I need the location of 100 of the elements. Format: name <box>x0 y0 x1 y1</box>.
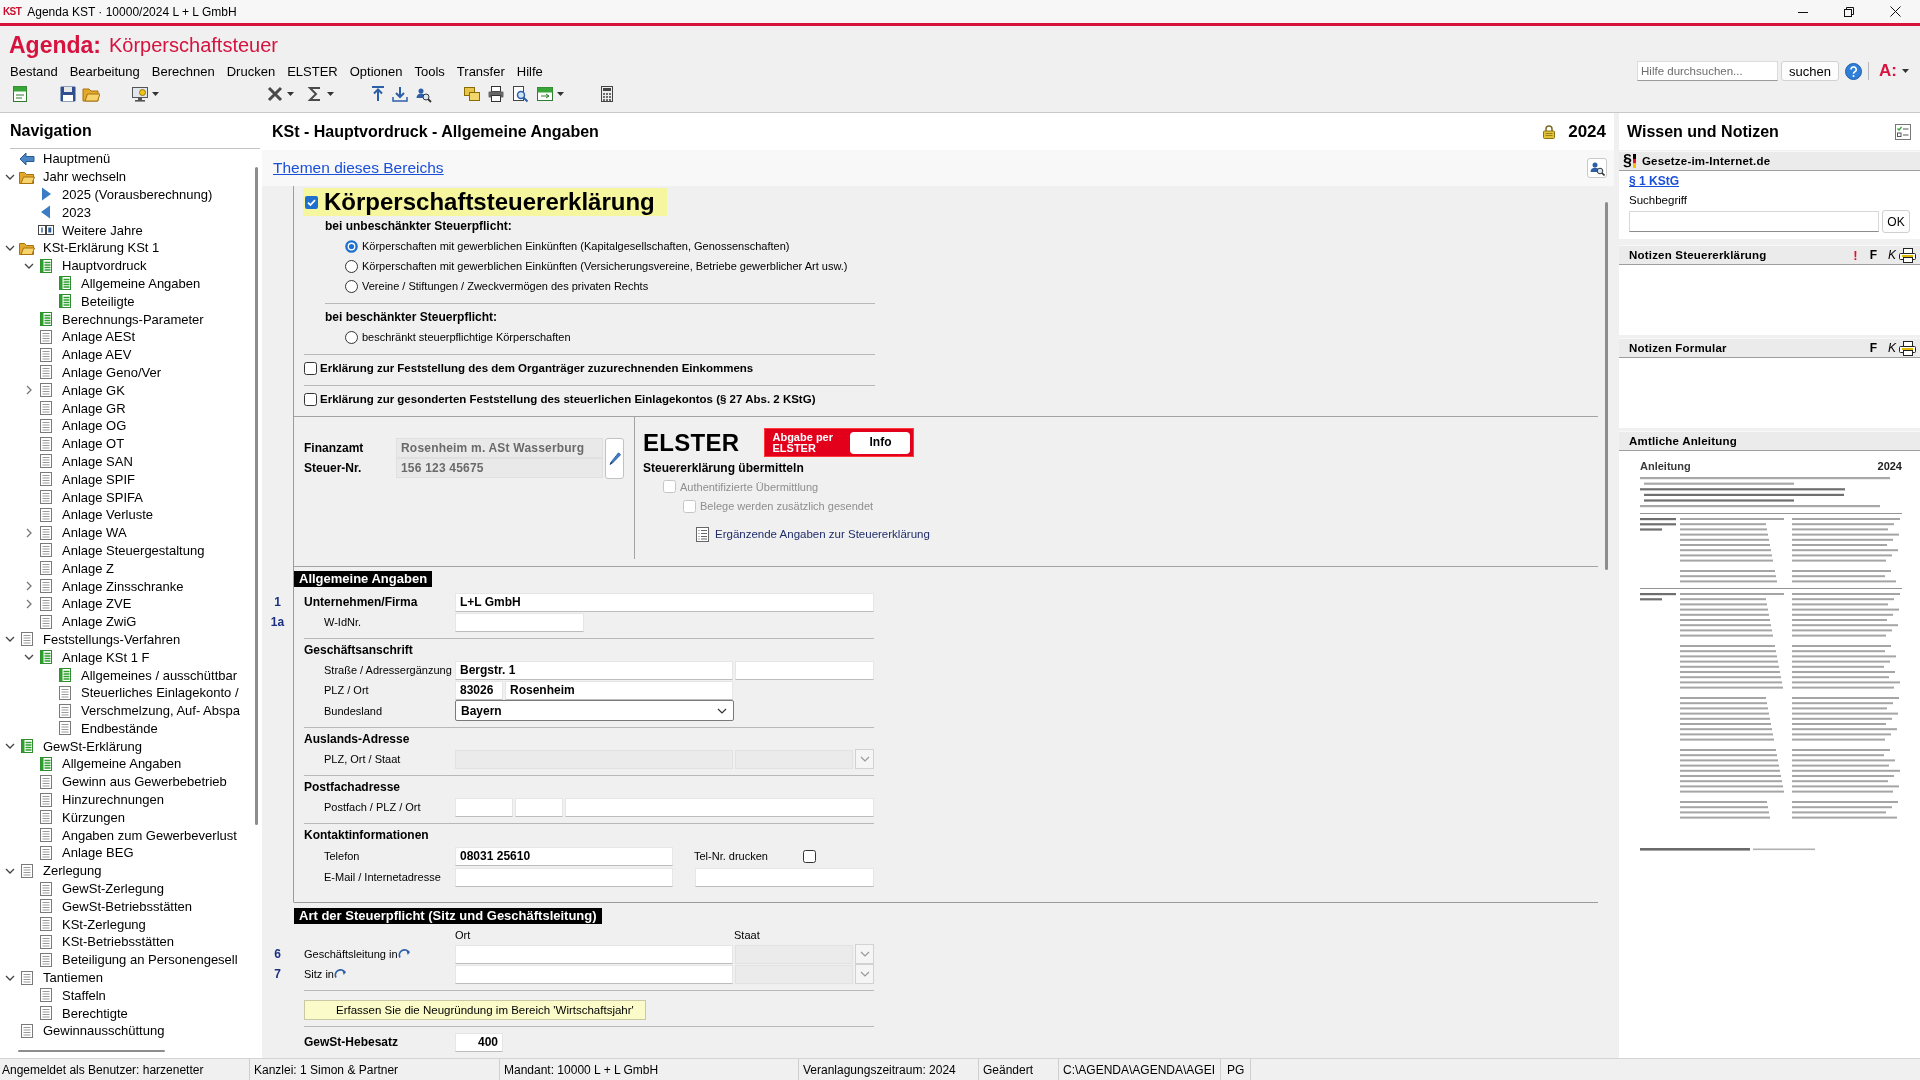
tree-item[interactable]: Anlage GK <box>62 382 125 398</box>
input-field[interactable] <box>735 660 874 680</box>
checklist-icon[interactable] <box>1895 123 1911 140</box>
tree-item[interactable]: Hauptmenü <box>43 151 111 167</box>
notice-button[interactable]: Erfassen Sie die Neugründung im Bereich 'Wirtschaftsjahr' <box>304 1000 646 1020</box>
italic-button[interactable]: K <box>1888 341 1896 355</box>
download-icon[interactable] <box>391 85 409 103</box>
tree-item[interactable]: Anlage Zinsschranke <box>62 578 184 594</box>
tree-item[interactable]: Allgemeine Angaben <box>81 275 201 291</box>
refresh-arrow-icon[interactable] <box>397 949 411 959</box>
input-field[interactable] <box>695 867 874 887</box>
print-preview-icon[interactable] <box>511 85 529 103</box>
menu-item[interactable]: Drucken <box>226 63 276 79</box>
caret-icon[interactable] <box>152 92 159 96</box>
folder-icon[interactable] <box>82 85 100 103</box>
input-field[interactable]: Rosenheim <box>505 680 733 700</box>
tree-item[interactable]: Beteiligte <box>81 293 135 309</box>
tree-item[interactable]: Anlage AEV <box>62 347 132 363</box>
tree-item[interactable]: Anlage WA <box>62 525 127 541</box>
tree-item[interactable]: Anlage ZwiG <box>62 614 137 630</box>
menu-item[interactable]: Bestand <box>10 63 58 79</box>
monitor-icon[interactable] <box>131 85 149 103</box>
input-field[interactable]: 83026 <box>455 680 503 700</box>
search-button[interactable] <box>1587 158 1607 178</box>
tree-item[interactable]: Allgemeine Angaben <box>62 756 182 772</box>
checkbox[interactable] <box>305 195 318 209</box>
tree-item[interactable]: Anlage Steuergestaltung <box>62 542 205 558</box>
printer-icon[interactable] <box>1899 340 1916 356</box>
input-field[interactable]: Bergstr. 1 <box>455 660 733 680</box>
chevron-right-icon[interactable] <box>24 581 34 591</box>
tree-item[interactable]: Anlage SPIF <box>62 471 135 487</box>
tree-item[interactable]: Kürzungen <box>62 809 125 825</box>
checkbox[interactable] <box>304 361 317 375</box>
input-field[interactable] <box>515 797 563 817</box>
input-field[interactable]: 08031 25610 <box>455 846 673 866</box>
refresh-arrow-icon[interactable] <box>333 969 347 979</box>
tree-item[interactable]: Beteiligung an Personengesell <box>62 952 238 968</box>
tree-item[interactable]: Anlage AESt <box>62 329 135 345</box>
tree-item[interactable]: Anlage SPIFA <box>62 489 143 505</box>
radio-button[interactable] <box>345 259 358 273</box>
help-search-field[interactable]: Hilfe durchsuchen... <box>1637 61 1779 81</box>
topics-link[interactable]: Themen dieses Bereichs <box>273 159 444 177</box>
tree-item[interactable]: Anlage BEG <box>62 845 134 861</box>
caret-icon[interactable] <box>557 92 564 96</box>
tree-item[interactable]: Anlage OT <box>62 436 125 452</box>
scrollbar-thumb[interactable] <box>18 1050 165 1052</box>
checkbox[interactable] <box>803 849 816 863</box>
tree-item[interactable]: Jahr wechseln <box>43 169 127 185</box>
tree-item[interactable]: KSt-Zerlegung <box>62 916 146 932</box>
input-field[interactable]: 400 <box>455 1032 503 1052</box>
scrollbar-thumb[interactable] <box>254 167 258 825</box>
form-link[interactable]: Ergänzende Angaben zur Steuererklärung <box>715 528 930 540</box>
input-field[interactable] <box>455 964 733 984</box>
ok-button[interactable]: OK <box>1882 210 1910 233</box>
coins-icon[interactable] <box>463 85 481 103</box>
chevron-right-icon[interactable] <box>24 598 34 609</box>
help-icon[interactable] <box>1845 62 1863 80</box>
tree-item[interactable]: GewSt-Erklärung <box>43 738 142 754</box>
tree-item[interactable]: Anlage Verluste <box>62 507 154 523</box>
spreadsheet-icon[interactable] <box>266 85 284 103</box>
tree-item[interactable]: Anlage SAN <box>62 453 133 469</box>
tree-item[interactable]: 2023 <box>62 204 91 220</box>
tree-item[interactable]: Anlage OG <box>62 418 127 434</box>
tree-item[interactable]: Anlage Geno/Ver <box>62 364 162 380</box>
menu-item[interactable]: Berechnen <box>151 63 215 79</box>
tree-item[interactable]: KSt-Betriebsstätten <box>62 934 174 950</box>
input-field[interactable] <box>455 867 673 887</box>
menu-item[interactable]: Bearbeitung <box>69 63 140 79</box>
search-field[interactable] <box>1629 211 1879 232</box>
chevron-down-icon[interactable] <box>717 707 727 714</box>
tree-item[interactable]: KSt-Erklärung KSt 1 <box>43 240 160 256</box>
priority-mark[interactable]: ! <box>1853 247 1858 263</box>
checkbox[interactable] <box>304 392 317 406</box>
bold-button[interactable]: F <box>1869 248 1877 262</box>
radio-button[interactable] <box>345 330 358 344</box>
tree-item[interactable]: Weitere Jahre <box>62 222 143 238</box>
save-icon[interactable] <box>59 85 77 103</box>
caret-icon[interactable] <box>1902 69 1909 73</box>
input-field[interactable] <box>455 612 584 632</box>
tree-item[interactable]: Endbestände <box>81 720 158 736</box>
tree-item[interactable]: Hauptvordruck <box>62 258 147 274</box>
upload-icon[interactable] <box>369 85 387 103</box>
menu-item[interactable]: Optionen <box>349 63 403 79</box>
tree-item[interactable]: Berechtigte <box>62 1005 128 1021</box>
menu-item[interactable]: Tools <box>414 63 445 79</box>
menu-item[interactable]: Hilfe <box>516 63 543 79</box>
tree-item[interactable]: Anlage KSt 1 F <box>62 649 150 665</box>
tree-item[interactable]: Steuerliches Einlagekonto / <box>81 685 239 701</box>
restore-icon[interactable] <box>1844 6 1854 17</box>
radio-button[interactable] <box>345 279 358 293</box>
calculator-icon[interactable] <box>598 85 616 103</box>
scrollbar-thumb[interactable] <box>1604 202 1608 570</box>
tree-item[interactable]: Berechnungs-Parameter <box>62 311 204 327</box>
input-field[interactable] <box>565 797 874 817</box>
caret-icon[interactable] <box>287 92 294 96</box>
tree-item[interactable]: Gewinnausschüttung <box>43 1023 165 1039</box>
dropdown[interactable]: Bayern <box>455 700 734 721</box>
tree-item[interactable]: 2025 (Vorausberechnung) <box>62 187 213 202</box>
elster-submit-button[interactable]: Abgabe per ELSTER Info <box>764 428 915 457</box>
tree-item[interactable]: Zerlegung <box>43 863 102 879</box>
